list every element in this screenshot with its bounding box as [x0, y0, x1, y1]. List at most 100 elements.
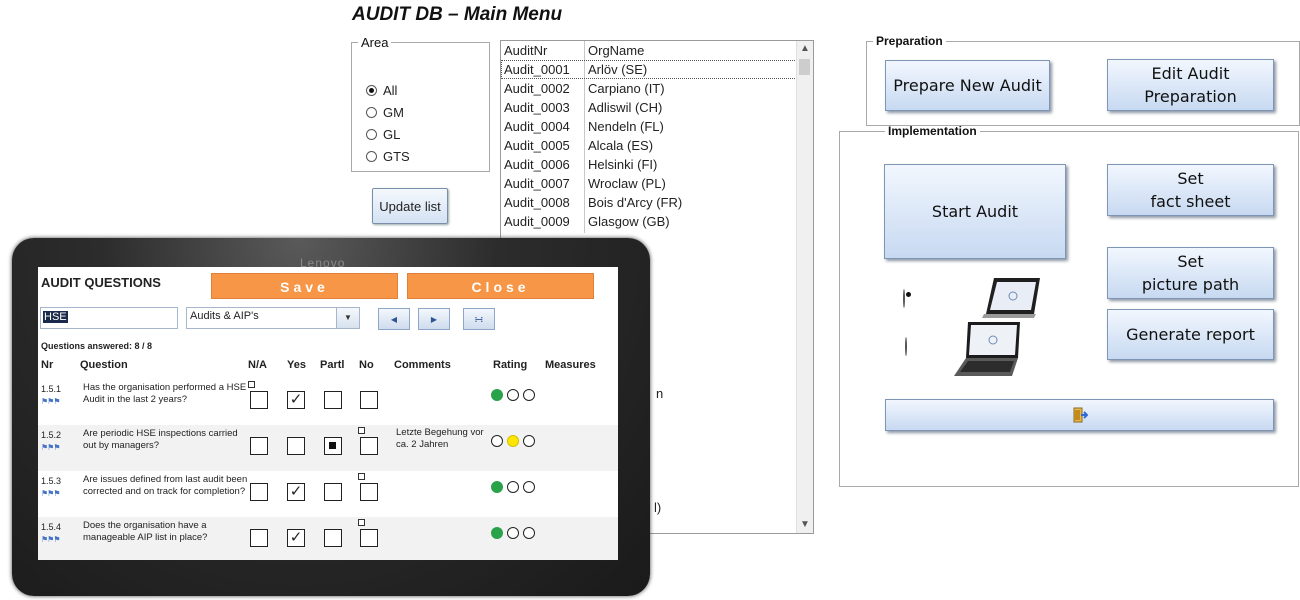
audit-nr: Audit_0009: [504, 214, 570, 229]
column-header-orgname: OrgName: [588, 43, 645, 58]
mini-checkbox[interactable]: [248, 381, 255, 388]
answer-checkbox-partl[interactable]: [324, 483, 342, 501]
answer-checkbox-yes[interactable]: ✓: [287, 391, 305, 409]
category-value: HSE: [43, 311, 68, 323]
device-radio-laptop[interactable]: [905, 337, 907, 356]
category-select[interactable]: HSE: [40, 307, 178, 329]
set-fact-sheet-button[interactable]: Set fact sheet: [1107, 164, 1274, 216]
rating-dot[interactable]: [491, 389, 503, 401]
arrow-left-icon[interactable]: ◀: [378, 308, 410, 330]
list-item[interactable]: Audit_0004 Nendeln (FL): [501, 117, 797, 136]
mini-checkbox[interactable]: [358, 473, 365, 480]
rating-dot[interactable]: [523, 481, 535, 493]
rating-dot[interactable]: [491, 435, 503, 447]
list-item[interactable]: Audit_0006 Helsinki (FI): [501, 155, 797, 174]
set-picture-path-button[interactable]: Set picture path: [1107, 247, 1274, 299]
answer-checkbox-no[interactable]: [360, 391, 378, 409]
button-label: Start Audit: [931, 202, 1019, 221]
question-row: 1.5.2 ⚑⚑⚑ Are periodic HSE inspections car…: [38, 425, 618, 471]
rating-dot[interactable]: [507, 481, 519, 493]
update-list-button[interactable]: Update list: [372, 188, 448, 224]
answer-checkbox-partl[interactable]: [324, 391, 342, 409]
flag-icon[interactable]: ⚑⚑⚑: [41, 443, 60, 452]
org-name: Adliswil (CH): [588, 100, 663, 115]
area-option-label: GTS: [383, 149, 410, 164]
list-item[interactable]: Audit_0007 Wroclaw (PL): [501, 174, 797, 193]
question-nr: 1.5.1: [41, 384, 62, 394]
generate-report-button[interactable]: Generate report: [1107, 309, 1274, 360]
answer-checkbox-no[interactable]: [360, 529, 378, 547]
answer-checkbox-na[interactable]: [250, 483, 268, 501]
edit-audit-preparation-button[interactable]: Edit Audit Preparation: [1107, 59, 1274, 111]
area-option-label: All: [383, 83, 398, 98]
answer-checkbox-yes[interactable]: ✓: [287, 483, 305, 501]
button-label: Generate report: [1126, 325, 1255, 344]
answer-checkbox-yes[interactable]: [287, 437, 305, 455]
tablet-close-button[interactable]: Close: [407, 273, 594, 299]
list-item[interactable]: Audit_0005 Alcala (ES): [501, 136, 797, 155]
laptop-device-icon: [954, 322, 1020, 376]
audit-list-header: AuditNr OrgName: [501, 41, 797, 60]
radio-icon[interactable]: [366, 129, 377, 140]
rating-dot[interactable]: [491, 481, 503, 493]
arrow-right-icon[interactable]: ▶: [418, 308, 450, 330]
rating-dot[interactable]: [523, 389, 535, 401]
area-option-gm[interactable]: GM: [366, 105, 404, 120]
list-item[interactable]: Audit_0001 Arlöv (SE): [501, 60, 797, 79]
answer-checkbox-partl[interactable]: [324, 437, 342, 455]
flag-icon[interactable]: ⚑⚑⚑: [41, 489, 60, 498]
answer-checkbox-partl[interactable]: [324, 529, 342, 547]
rating-dot[interactable]: [507, 435, 519, 447]
area-option-gts[interactable]: GTS: [366, 149, 410, 164]
list-item[interactable]: Audit_0002 Carpiano (IT): [501, 79, 797, 98]
answer-checkbox-no[interactable]: [360, 483, 378, 501]
col-header: Nr: [41, 359, 54, 371]
col-header: N/A: [248, 359, 267, 371]
area-option-gl[interactable]: GL: [366, 127, 400, 142]
answer-checkbox-no[interactable]: [360, 437, 378, 455]
question-nr: 1.5.2: [41, 430, 62, 440]
radio-icon[interactable]: [366, 151, 377, 162]
device-radio-tablet[interactable]: [903, 289, 905, 308]
exit-door-icon: [1073, 407, 1088, 423]
col-header: Measures: [545, 359, 596, 371]
implementation-legend: Implementation: [888, 124, 977, 138]
button-label: Set fact sheet: [1150, 169, 1231, 211]
chevron-down-icon[interactable]: ▼: [336, 308, 359, 328]
mini-checkbox[interactable]: [358, 519, 365, 526]
answer-checkbox-yes[interactable]: ✓: [287, 529, 305, 547]
answer-checkbox-na[interactable]: [250, 529, 268, 547]
rating-dot[interactable]: [491, 527, 503, 539]
answer-checkbox-na[interactable]: [250, 437, 268, 455]
exit-button[interactable]: [885, 399, 1274, 431]
org-name: Wroclaw (PL): [588, 176, 666, 191]
rating-dot[interactable]: [507, 527, 519, 539]
scroll-thumb[interactable]: [799, 59, 810, 75]
list-item[interactable]: Audit_0008 Bois d'Arcy (FR): [501, 193, 797, 212]
answer-checkbox-na[interactable]: [250, 391, 268, 409]
chevron-up-icon[interactable]: ▲: [797, 41, 813, 57]
area-legend: Area: [361, 35, 389, 50]
list-item[interactable]: Audit_0009 Glasgow (GB): [501, 212, 797, 231]
tablet-save-button[interactable]: Save: [211, 273, 398, 299]
prepare-new-audit-button[interactable]: Prepare New Audit: [885, 60, 1050, 111]
rating-dot[interactable]: [523, 527, 535, 539]
rating-dot[interactable]: [507, 389, 519, 401]
question-text: Has the organisation performed a HSE Aud…: [83, 382, 247, 405]
org-name: Glasgow (GB): [588, 214, 670, 229]
radio-icon[interactable]: [366, 85, 377, 96]
start-audit-button[interactable]: Start Audit: [884, 164, 1066, 259]
list-item[interactable]: Audit_0003 Adliswil (CH): [501, 98, 797, 117]
subcategory-select[interactable]: Audits & AIP's ▼: [186, 307, 360, 329]
radio-icon[interactable]: [366, 107, 377, 118]
flag-icon[interactable]: ⚑⚑⚑: [41, 397, 60, 406]
chevron-down-icon[interactable]: ▼: [797, 517, 813, 533]
button-label: Set picture path: [1141, 252, 1240, 294]
rating-dot[interactable]: [523, 435, 535, 447]
list-scrollbar[interactable]: ▲ ▼: [796, 41, 813, 533]
mini-checkbox[interactable]: [358, 427, 365, 434]
flag-icon[interactable]: ⚑⚑⚑: [41, 535, 60, 544]
binoculars-icon[interactable]: ∺: [463, 308, 495, 330]
comment-text: Letzte Begehung vor ca. 2 Jahren: [396, 427, 484, 450]
area-option-all[interactable]: All: [366, 83, 397, 98]
